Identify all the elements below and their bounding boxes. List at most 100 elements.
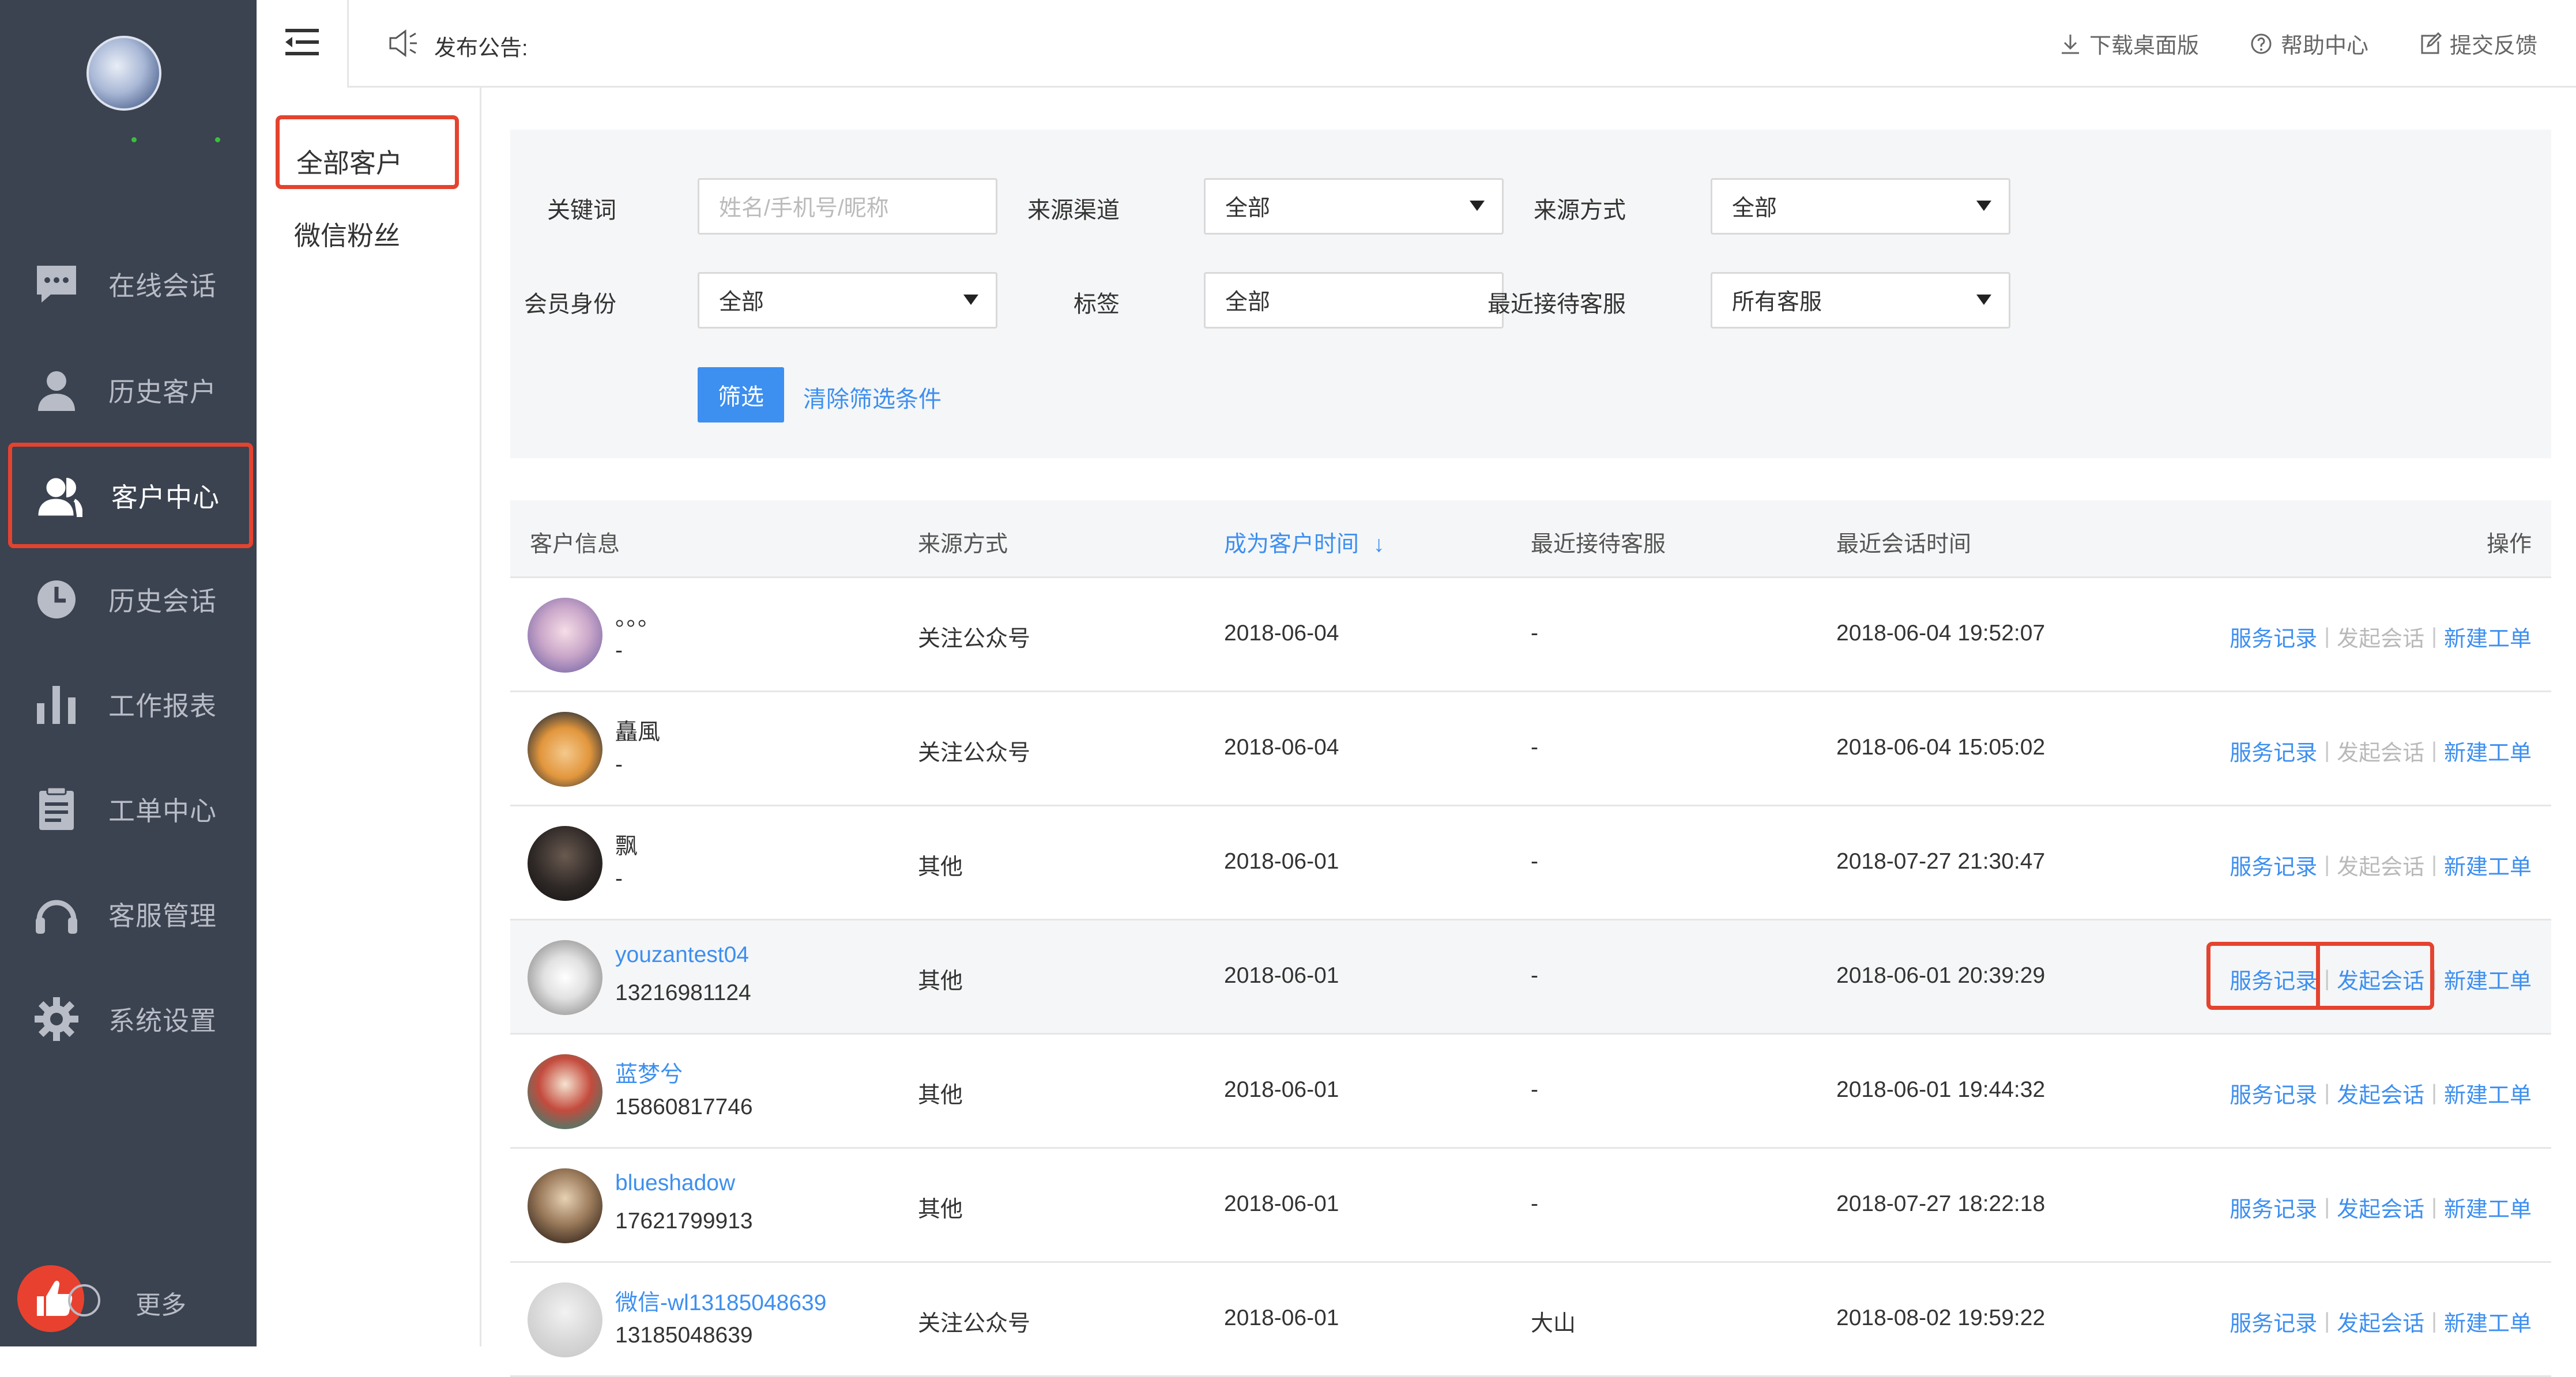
sidebar-item-history-chats[interactable]: 历史会话 bbox=[0, 562, 257, 637]
last-chat-cell: 2018-08-02 19:59:22 bbox=[1836, 1306, 2046, 1330]
customer-avatar[interactable] bbox=[528, 598, 602, 673]
source-label: 来源方式 bbox=[1534, 198, 1626, 223]
action-separator: | bbox=[2324, 624, 2330, 648]
agent-cell: - bbox=[1531, 621, 1538, 646]
sidebar-item-tickets[interactable]: 工单中心 bbox=[0, 772, 257, 847]
action-separator: | bbox=[2431, 852, 2437, 877]
member-label: 会员身份 bbox=[524, 292, 616, 317]
member-select[interactable]: 全部 bbox=[698, 272, 997, 329]
tag-input[interactable]: 全部 bbox=[1204, 272, 1504, 329]
sidebar-item-label: 历史客户 bbox=[108, 377, 217, 407]
start-chat-link[interactable]: 发起会话 bbox=[2337, 1306, 2424, 1337]
help-center-link[interactable]: 帮助中心 bbox=[2250, 28, 2368, 59]
subnav-item-all-customers[interactable]: 全部客户 bbox=[276, 115, 459, 189]
customer-name[interactable]: youzantest04 bbox=[615, 942, 749, 968]
bar-chart-icon bbox=[33, 681, 80, 727]
download-desktop-link[interactable]: 下载桌面版 bbox=[2059, 28, 2199, 59]
download-desktop-label: 下载桌面版 bbox=[2089, 34, 2200, 58]
customer-avatar[interactable] bbox=[528, 826, 602, 901]
agent-cell: 大山 bbox=[1531, 1311, 1576, 1336]
column-header-last-chat: 最近会话时间 bbox=[1836, 532, 1972, 557]
new-ticket-link[interactable]: 新建工单 bbox=[2444, 1306, 2532, 1337]
edit-icon bbox=[2421, 32, 2442, 54]
action-separator: | bbox=[2324, 1309, 2330, 1333]
customer-avatar[interactable] bbox=[528, 940, 602, 1015]
menu-icon bbox=[285, 29, 319, 55]
channel-select[interactable]: 全部 bbox=[1204, 178, 1504, 235]
agent-cell: - bbox=[1531, 849, 1538, 874]
feedback-link[interactable]: 提交反馈 bbox=[2419, 28, 2537, 59]
column-header-source: 来源方式 bbox=[918, 532, 1008, 557]
download-icon bbox=[2062, 34, 2079, 54]
announcement-label[interactable]: 发布公告: bbox=[434, 30, 528, 62]
online-status-dot bbox=[131, 137, 137, 142]
source-cell: 关注公众号 bbox=[918, 627, 1031, 651]
customer-name[interactable]: blueshadow bbox=[615, 1171, 735, 1196]
new-ticket-link[interactable]: 新建工单 bbox=[2444, 849, 2532, 881]
more-label[interactable]: 更多 bbox=[135, 1284, 186, 1321]
column-header-customer: 客户信息 bbox=[530, 532, 620, 557]
sort-desc-icon: ↓ bbox=[1373, 532, 1385, 557]
action-separator: | bbox=[2324, 738, 2330, 763]
keyword-input[interactable]: 姓名/手机号/昵称 bbox=[698, 178, 997, 235]
new-ticket-link[interactable]: 新建工单 bbox=[2444, 963, 2532, 995]
customer-name[interactable]: 蓝梦兮 bbox=[615, 1057, 683, 1089]
new-ticket-link[interactable]: 新建工单 bbox=[2444, 1191, 2532, 1223]
customer-avatar[interactable] bbox=[528, 1168, 602, 1243]
source-cell: 其他 bbox=[918, 1197, 963, 1222]
table-row: 矗風 - 关注公众号 2018-06-04 - 2018-06-04 15:05:02 服务… bbox=[510, 692, 2551, 806]
subnav-item-wechat-fans[interactable]: 微信粉丝 bbox=[294, 215, 400, 253]
source-select[interactable]: 全部 bbox=[1711, 178, 2010, 235]
service-record-link[interactable]: 服务记录 bbox=[2229, 1191, 2317, 1223]
service-record-link[interactable]: 服务记录 bbox=[2229, 1306, 2317, 1337]
chevron-down-icon bbox=[1976, 295, 1991, 305]
action-separator: | bbox=[2324, 1195, 2330, 1219]
sidebar-item-label: 在线会话 bbox=[108, 271, 217, 301]
joined-cell: 2018-06-04 bbox=[1224, 621, 1339, 646]
customer-phone: - bbox=[615, 752, 623, 777]
start-chat-link: 发起会话 bbox=[2337, 627, 2425, 651]
service-record-link[interactable]: 服务记录 bbox=[2229, 849, 2317, 881]
customer-phone: - bbox=[615, 866, 623, 891]
service-record-link[interactable]: 服务记录 bbox=[2229, 1077, 2317, 1109]
subnav-item-label: 全部客户 bbox=[296, 148, 402, 178]
column-header-joined[interactable]: 成为客户时间 ↓ bbox=[1224, 526, 1384, 559]
customer-avatar[interactable] bbox=[528, 1054, 602, 1129]
sidebar-item-label: 历史会话 bbox=[108, 586, 217, 616]
start-chat-link[interactable]: 发起会话 bbox=[2337, 1191, 2424, 1223]
sidebar-item-label: 客服管理 bbox=[108, 901, 217, 931]
clear-filters-link[interactable]: 清除筛选条件 bbox=[803, 380, 941, 414]
service-record-link[interactable]: 服务记录 bbox=[2229, 621, 2317, 652]
column-header-joined-label: 成为客户时间 bbox=[1224, 532, 1359, 557]
new-ticket-link[interactable]: 新建工单 bbox=[2444, 1077, 2532, 1109]
service-record-link[interactable]: 服务记录 bbox=[2229, 735, 2317, 767]
new-ticket-link[interactable]: 新建工单 bbox=[2444, 621, 2532, 652]
sidebar-item-agent-management[interactable]: 客服管理 bbox=[0, 877, 257, 952]
sidebar-item-history-customers[interactable]: 历史客户 bbox=[0, 353, 257, 428]
gear-icon bbox=[33, 996, 80, 1042]
agent-cell: - bbox=[1531, 735, 1538, 760]
new-ticket-link[interactable]: 新建工单 bbox=[2444, 735, 2532, 767]
channel-label: 来源渠道 bbox=[1027, 198, 1120, 223]
customer-avatar[interactable] bbox=[528, 712, 602, 787]
sidebar-item-settings[interactable]: 系统设置 bbox=[0, 982, 257, 1057]
user-avatar[interactable] bbox=[86, 36, 161, 111]
customer-name[interactable]: 微信-wl13185048639 bbox=[615, 1285, 826, 1317]
more-icon bbox=[68, 1284, 100, 1316]
row-actions: 服务记录 | 发起会话 | 新建工单 bbox=[2229, 1306, 2532, 1337]
filter-button[interactable]: 筛选 bbox=[698, 367, 784, 422]
sidebar-item-reports[interactable]: 工作报表 bbox=[0, 667, 257, 742]
table-row: 。。。 - 关注公众号 2018-06-04 - 2018-06-04 19:52:07 服… bbox=[510, 578, 2551, 692]
start-chat-link[interactable]: 发起会话 bbox=[2337, 1077, 2424, 1109]
column-header-actions: 操作 bbox=[2486, 532, 2532, 557]
chevron-down-icon bbox=[1976, 201, 1991, 211]
sidebar-item-online-chat[interactable]: 在线会话 bbox=[0, 247, 257, 322]
menu-toggle[interactable] bbox=[257, 0, 349, 88]
source-cell: 其他 bbox=[918, 1083, 963, 1108]
customer-phone: 13185048639 bbox=[615, 1323, 753, 1348]
sidebar-item-label: 工单中心 bbox=[108, 796, 217, 826]
member-select-value: 全部 bbox=[719, 290, 764, 315]
sidebar-item-label: 客户中心 bbox=[111, 482, 220, 512]
sidebar-item-customer-center[interactable]: 客户中心 bbox=[8, 443, 253, 548]
agent-select[interactable]: 所有客服 bbox=[1711, 272, 2010, 329]
